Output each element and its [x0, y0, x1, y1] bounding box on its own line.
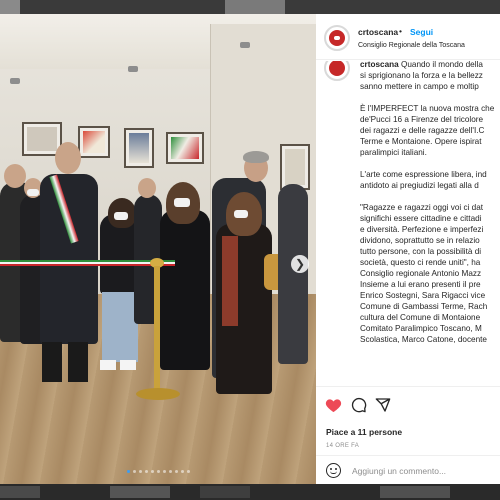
share-button[interactable]: [374, 397, 392, 415]
brand-logo-icon: [329, 30, 345, 46]
photo-leg: [68, 342, 88, 382]
comment-icon: [351, 398, 367, 413]
caption-line: "Ragazze e ragazzi oggi voi ci dat: [360, 203, 484, 212]
chevron-right-icon: ❯: [294, 257, 306, 271]
photo-spotlight: [10, 78, 20, 84]
actions-bar: Piace a 11 persone 14 ORE FA: [316, 386, 500, 484]
carousel-dot[interactable]: [138, 470, 142, 473]
caption-line: e diversità. Perfezione e imperfezi: [360, 225, 484, 234]
carousel-dot[interactable]: [162, 470, 166, 473]
caption-area[interactable]: crtoscana Quando il mondo della si sprigi…: [316, 61, 500, 386]
caption-line: si sprigionano la forza e la bellezz: [360, 71, 483, 80]
avatar[interactable]: [324, 25, 350, 51]
background-top-strip: [0, 0, 500, 14]
background-bottom-strip: [0, 484, 500, 500]
caption-line: Comitato Paralimpico Toscano, M: [360, 324, 482, 333]
emoji-icon[interactable]: [326, 463, 341, 478]
caption-line: tutto persone, con la possibilità di: [360, 247, 482, 256]
caption-line: sanno mettere in campo e moltip: [360, 82, 479, 91]
photo-mask: [27, 189, 39, 196]
caption-line: Enrico Sostegni, Sara Rigacci vice: [360, 291, 486, 300]
caption-line: Terme e Montaione. Opere ispirat: [360, 137, 482, 146]
photo-person-head: [138, 178, 156, 198]
photo-person-head: [4, 164, 26, 188]
carousel-dot[interactable]: [180, 470, 184, 473]
photo-person-hair: [243, 151, 269, 163]
photo-person: [40, 174, 98, 344]
carousel-dot[interactable]: [174, 470, 178, 473]
caption-line: significhi essere cittadine e cittadi: [360, 214, 482, 223]
photo-scarf: [222, 236, 238, 326]
caption-line: antidoto ai pregiudizi legati alla d: [360, 181, 479, 190]
photo-spotlight: [240, 42, 250, 48]
caption-avatar[interactable]: [324, 61, 350, 81]
carousel-dot[interactable]: [156, 470, 160, 473]
caption-line: Insieme a lui erano presenti il pre: [360, 280, 481, 289]
like-button[interactable]: [324, 397, 342, 415]
artwork-frame: [166, 132, 204, 164]
comment-input[interactable]: [352, 464, 492, 478]
caption-username[interactable]: crtoscana: [360, 61, 399, 69]
caption-line: L'arte come espressione libera, ind: [360, 170, 487, 179]
caption-line: cultura del Comune di Montaione: [360, 313, 481, 322]
caption-line: crtoscana Quando il mondo della: [360, 61, 483, 69]
caption-line: Consiglio regionale Antonio Mazz: [360, 269, 482, 278]
carousel-dot[interactable]: [132, 470, 136, 473]
caption-line: paralimpici italiani.: [360, 148, 427, 157]
photo-shoe: [120, 360, 136, 370]
photo-stanchion: [154, 266, 160, 396]
caption-line: È l'IMPERFECT la nuova mostra che: [360, 104, 495, 113]
carousel-dot[interactable]: [126, 470, 130, 473]
photo-mask: [114, 212, 128, 220]
photo-person-head: [55, 142, 81, 174]
background-hint: [110, 486, 170, 498]
carousel-dot[interactable]: [186, 470, 190, 473]
carousel-dot[interactable]: [168, 470, 172, 473]
caption-line: dei ragazzi e delle ragazze dell'I.C: [360, 126, 485, 135]
artwork-frame: [78, 126, 110, 158]
photo-leg: [42, 342, 62, 382]
carousel-dot[interactable]: [144, 470, 148, 473]
heart-icon: [325, 399, 341, 413]
caption-line: dividono, soprattutto se in relazio: [360, 236, 480, 245]
photo-spotlight: [128, 66, 138, 72]
carousel-dot[interactable]: [150, 470, 154, 473]
post-photo[interactable]: ❯: [0, 14, 316, 484]
comment-row: [316, 455, 500, 484]
background-hint: [200, 486, 250, 498]
caption-line: società, questo ci rende uniti", ha: [360, 258, 481, 267]
photo-shoe: [100, 360, 116, 370]
background-hint: [0, 0, 20, 14]
comment-button[interactable]: [350, 397, 368, 415]
caption-line: Comune di Gambassi Terme, Rach: [360, 302, 488, 311]
photo-mask: [234, 210, 248, 218]
post-side-panel: crtoscana • Segui Consiglio Regionale de…: [316, 14, 500, 484]
photo-person: [278, 184, 308, 364]
artwork-frame: [124, 128, 154, 168]
post-header: crtoscana • Segui Consiglio Regionale de…: [316, 14, 500, 60]
caption-line: Scolastica, Marco Catone, docente: [360, 335, 487, 344]
post-timestamp[interactable]: 14 ORE FA: [326, 443, 359, 449]
likes-count[interactable]: Piace a 11 persone: [326, 427, 402, 437]
photo-person: [160, 210, 210, 370]
background-hint: [225, 0, 285, 14]
photo-jeans: [102, 292, 138, 362]
caption-line: de'Pucci 16 a Firenze del tricolore: [360, 115, 484, 124]
photo-stanchion-base: [136, 388, 180, 400]
share-icon: [375, 398, 391, 412]
background-hint: [0, 486, 40, 498]
background-hint: [380, 486, 450, 498]
carousel-next-button[interactable]: ❯: [291, 255, 309, 273]
separator-dot: •: [399, 26, 402, 36]
location-link[interactable]: Consiglio Regionale della Toscana: [358, 42, 465, 49]
photo-mask: [174, 198, 190, 207]
carousel-dots: [0, 470, 316, 478]
username-link[interactable]: crtoscana: [358, 27, 398, 37]
photo-tricolor-ribbon: [0, 260, 175, 266]
follow-button[interactable]: Segui: [410, 27, 433, 37]
